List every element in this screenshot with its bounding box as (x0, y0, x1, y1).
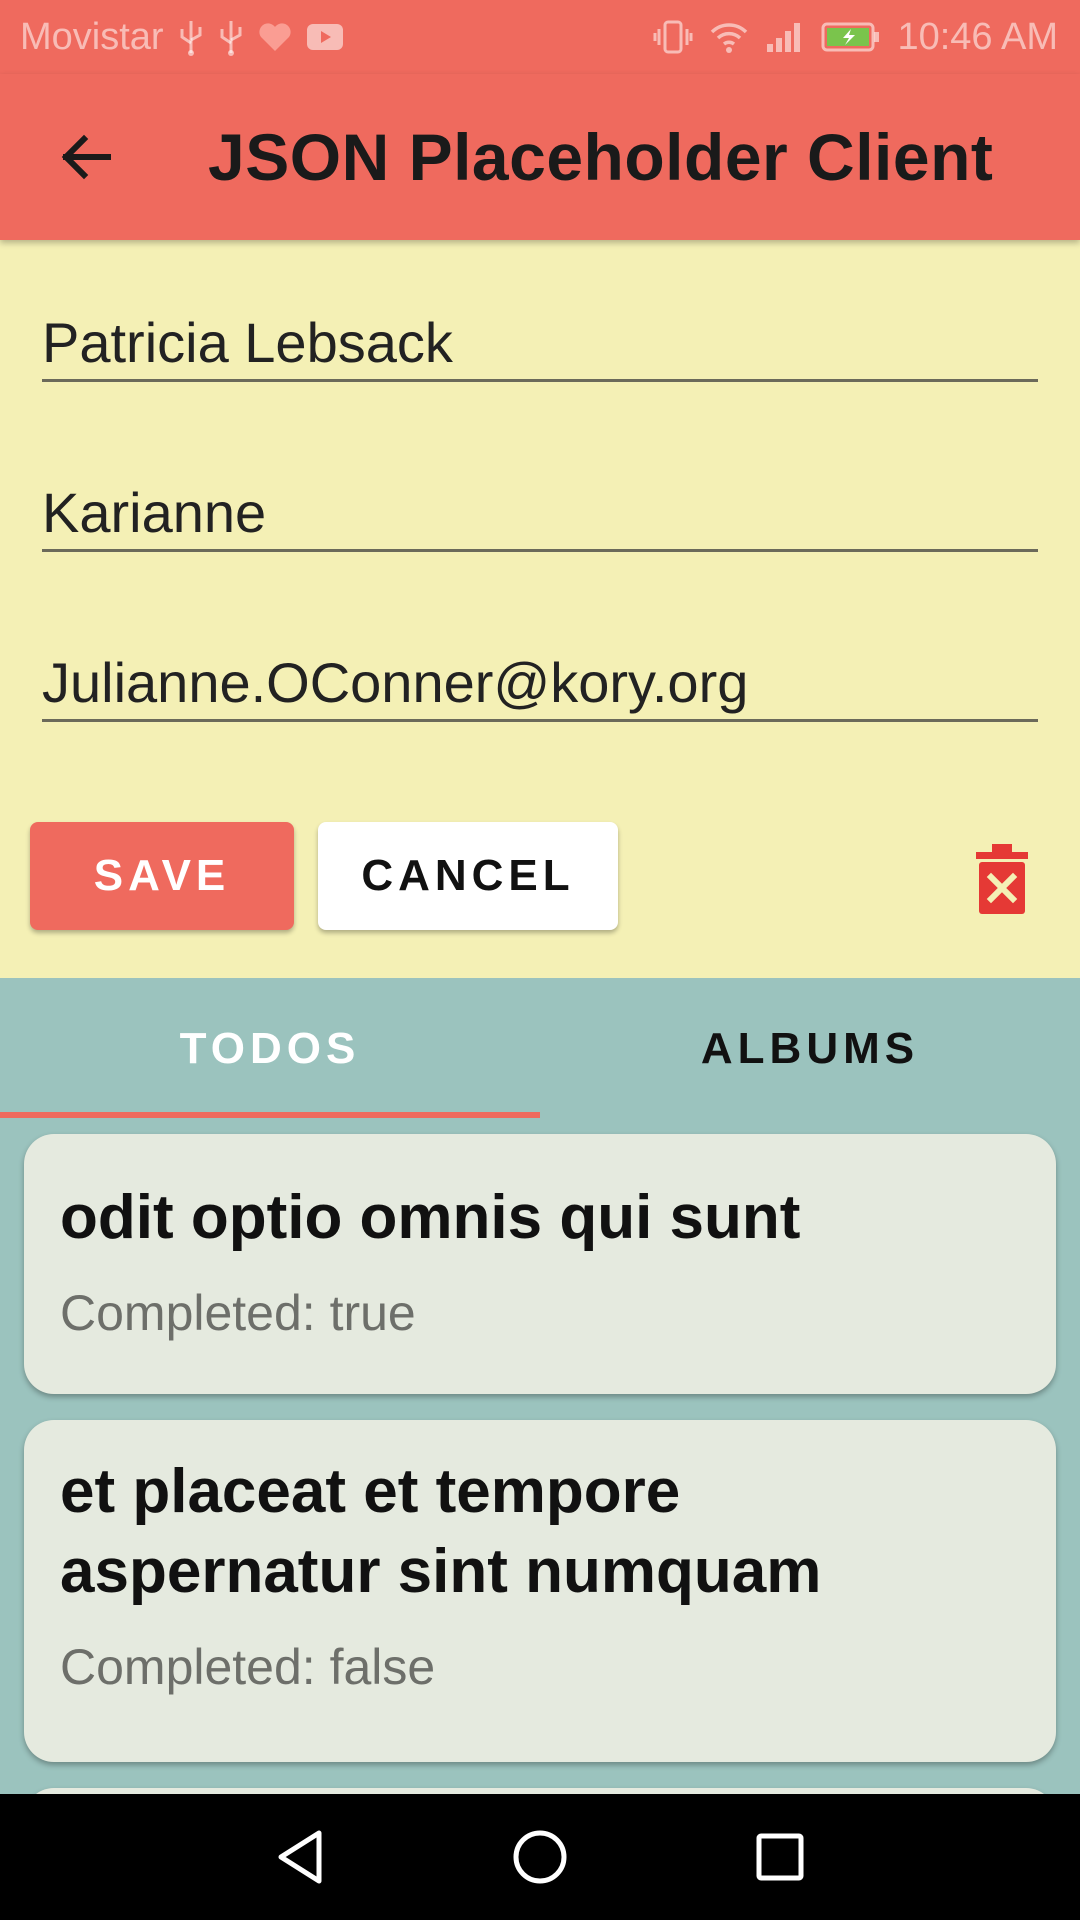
arrow-back-icon (61, 134, 111, 180)
nav-home-icon (513, 1830, 567, 1884)
todo-title: odit optio omnis qui sunt (60, 1183, 801, 1252)
usb-icon (178, 17, 204, 57)
tab-todos[interactable]: TODOS (0, 978, 540, 1120)
email-field-container (42, 646, 1038, 722)
list-item[interactable]: et placeat et tempore aspernatur sint nu… (24, 1420, 1056, 1762)
usb-icon (218, 17, 244, 57)
clock: 10:46 AM (897, 15, 1058, 58)
status-right: 10:46 AM (653, 16, 1058, 59)
nav-recents-icon (756, 1833, 804, 1881)
page-title: JSON Placeholder Client (208, 120, 994, 194)
name-field[interactable] (42, 306, 1038, 378)
user-edit-form: SAVE CANCEL (0, 240, 1080, 978)
status-left: Movistar (20, 16, 344, 59)
cancel-button[interactable]: CANCEL (318, 822, 618, 930)
todo-status: Completed: true (60, 1285, 416, 1341)
username-field-container (42, 476, 1038, 552)
system-nav-bar (0, 1794, 1080, 1920)
battery-charging-icon (821, 17, 881, 57)
youtube-icon (306, 17, 344, 57)
todo-title: et placeat et tempore aspernatur sint nu… (60, 1457, 822, 1606)
screen: Movistar 10:46 AM JSON Placeholder Clien… (0, 0, 1080, 1920)
health-icon (258, 17, 292, 57)
app-bar: JSON Placeholder Client (0, 74, 1080, 240)
email-field[interactable] (42, 646, 1038, 718)
wifi-icon (709, 17, 749, 57)
carrier-name: Movistar (20, 15, 164, 58)
list-item[interactable]: odit optio omnis qui sunt Completed: tru… (24, 1134, 1056, 1394)
back-button[interactable] (26, 97, 146, 217)
nav-home-button[interactable] (490, 1807, 590, 1907)
name-field-container (42, 306, 1038, 382)
trash-delete-icon (976, 844, 1028, 914)
username-field[interactable] (42, 476, 1038, 548)
nav-recents-button[interactable] (730, 1807, 830, 1907)
status-bar: Movistar 10:46 AM (0, 0, 1080, 74)
delete-button[interactable] (964, 834, 1040, 924)
nav-back-icon (278, 1830, 322, 1884)
vibrate-icon (653, 17, 693, 57)
todo-list[interactable]: odit optio omnis qui sunt Completed: tru… (0, 1120, 1080, 1794)
nav-back-button[interactable] (250, 1807, 350, 1907)
tab-albums[interactable]: ALBUMS (540, 978, 1080, 1120)
signal-icon (765, 17, 805, 57)
save-button[interactable]: SAVE (30, 822, 294, 930)
tab-bar: TODOS ALBUMS (0, 978, 1080, 1120)
todo-status: Completed: false (60, 1639, 436, 1695)
